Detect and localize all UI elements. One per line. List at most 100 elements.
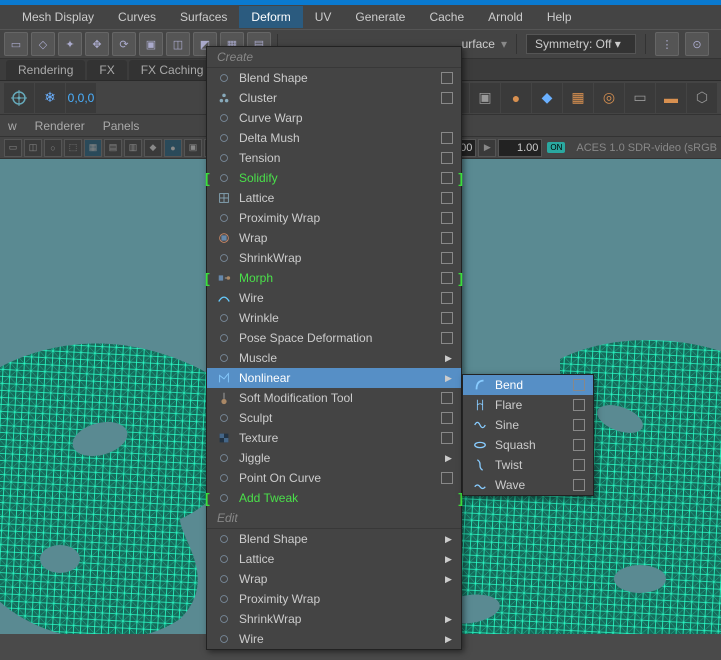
tool-lasso-icon[interactable]: ◇	[31, 32, 55, 56]
menu-item-soft-modification-tool[interactable]: Soft Modification Tool	[207, 388, 461, 408]
menu-item-lattice[interactable]: Lattice	[207, 188, 461, 208]
pt-icon[interactable]: ●	[164, 139, 182, 157]
shelf-snow-icon[interactable]: ❄	[35, 83, 65, 113]
pt-icon[interactable]: ▭	[4, 139, 22, 157]
menu-item-cluster[interactable]: Cluster	[207, 88, 461, 108]
option-box-icon[interactable]	[441, 212, 453, 224]
menu-item-tension[interactable]: Tension	[207, 148, 461, 168]
option-box-icon[interactable]	[573, 419, 585, 431]
time-end-field[interactable]	[498, 139, 542, 157]
shelf-poly-icon[interactable]: ◆	[532, 83, 562, 113]
menu-item-shrinkwrap[interactable]: ShrinkWrap▶	[207, 609, 461, 629]
menu-item-wrap[interactable]: Wrap▶	[207, 569, 461, 589]
tool-scale-icon[interactable]: ▣	[139, 32, 163, 56]
pt-icon[interactable]: ▦	[84, 139, 102, 157]
submenu-item-wave[interactable]: Wave	[463, 475, 593, 495]
help-icon[interactable]: ⋮	[655, 32, 679, 56]
menu-cache[interactable]: Cache	[417, 6, 476, 28]
option-box-icon[interactable]	[573, 479, 585, 491]
pt-icon[interactable]: ⬚	[64, 139, 82, 157]
menu-deform[interactable]: Deform	[239, 6, 302, 28]
menu-item-muscle[interactable]: Muscle▶	[207, 348, 461, 368]
shelf-misc-icon[interactable]: ⬡	[687, 83, 717, 113]
menu-item-jiggle[interactable]: Jiggle▶	[207, 448, 461, 468]
shelf-torus-icon[interactable]: ◎	[594, 83, 624, 113]
menu-item-point-on-curve[interactable]: Point On Curve	[207, 468, 461, 488]
menu-item-proximity-wrap[interactable]: Proximity Wrap	[207, 589, 461, 609]
option-box-icon[interactable]	[573, 399, 585, 411]
menu-item-solidify[interactable]: []Solidify	[207, 168, 461, 188]
pt-icon[interactable]: ▣	[184, 139, 202, 157]
shelf-tab-rendering[interactable]: Rendering	[6, 60, 85, 80]
menu-item-delta-mush[interactable]: Delta Mush	[207, 128, 461, 148]
menu-item-wrap[interactable]: Wrap	[207, 228, 461, 248]
option-box-icon[interactable]	[441, 132, 453, 144]
shelf-sphere-icon[interactable]: ●	[501, 83, 531, 113]
tool-snap-icon[interactable]: ◫	[166, 32, 190, 56]
option-box-icon[interactable]	[441, 192, 453, 204]
menu-item-blend-shape[interactable]: Blend Shape▶	[207, 529, 461, 549]
option-box-icon[interactable]	[573, 439, 585, 451]
menu-item-add-tweak[interactable]: []Add Tweak	[207, 488, 461, 508]
option-box-icon[interactable]	[441, 412, 453, 424]
shelf-tab-fx[interactable]: FX	[87, 60, 126, 80]
tool-select-icon[interactable]: ▭	[4, 32, 28, 56]
menu-item-curve-warp[interactable]: Curve Warp	[207, 108, 461, 128]
symmetry-dropdown[interactable]: Symmetry: Off ▾	[526, 34, 636, 54]
option-box-icon[interactable]	[441, 332, 453, 344]
panel-menu-renderer[interactable]: Renderer	[35, 119, 85, 133]
submenu-item-twist[interactable]: Twist	[463, 455, 593, 475]
pt-icon[interactable]: ▥	[124, 139, 142, 157]
menu-item-blend-shape[interactable]: Blend Shape	[207, 68, 461, 88]
option-box-icon[interactable]	[441, 292, 453, 304]
shelf-cyl-icon[interactable]: ▬	[656, 83, 686, 113]
option-box-icon[interactable]	[441, 72, 453, 84]
menu-mesh-display[interactable]: Mesh Display	[10, 6, 106, 28]
menu-item-texture[interactable]: Texture	[207, 428, 461, 448]
menu-item-pose-space-deformation[interactable]: Pose Space Deformation	[207, 328, 461, 348]
shelf-cube2-icon[interactable]: ▣	[470, 83, 500, 113]
menu-item-shrinkwrap[interactable]: ShrinkWrap	[207, 248, 461, 268]
menu-uv[interactable]: UV	[303, 6, 344, 28]
option-box-icon[interactable]	[573, 379, 585, 391]
pt-icon[interactable]: ○	[44, 139, 62, 157]
menu-surfaces[interactable]: Surfaces	[168, 6, 239, 28]
tool-rotate-icon[interactable]: ⟳	[112, 32, 136, 56]
menu-curves[interactable]: Curves	[106, 6, 168, 28]
option-box-icon[interactable]	[441, 232, 453, 244]
panel-menu-w[interactable]: w	[8, 119, 17, 133]
shelf-plane-icon[interactable]: ▭	[625, 83, 655, 113]
option-box-icon[interactable]	[441, 272, 453, 284]
menu-item-wire[interactable]: Wire	[207, 288, 461, 308]
pt-key2-icon[interactable]: ▶	[478, 139, 496, 157]
submenu-item-bend[interactable]: Bend	[463, 375, 593, 395]
shelf-grid-icon[interactable]: ▦	[563, 83, 593, 113]
menu-generate[interactable]: Generate	[343, 6, 417, 28]
menu-item-wire[interactable]: Wire▶	[207, 629, 461, 649]
panel-menu-panels[interactable]: Panels	[103, 119, 140, 133]
submenu-item-squash[interactable]: Squash	[463, 435, 593, 455]
shelf-tab-fx-caching[interactable]: FX Caching	[129, 60, 216, 80]
pt-icon[interactable]: ◫	[24, 139, 42, 157]
tool-paint-icon[interactable]: ✦	[58, 32, 82, 56]
pt-icon[interactable]: ▤	[104, 139, 122, 157]
menu-item-wrinkle[interactable]: Wrinkle	[207, 308, 461, 328]
shelf-pivot-icon[interactable]	[4, 83, 34, 113]
option-box-icon[interactable]	[441, 172, 453, 184]
menu-item-morph[interactable]: []Morph	[207, 268, 461, 288]
menu-item-sculpt[interactable]: Sculpt	[207, 408, 461, 428]
shelf-coord-icon[interactable]: 0,0,0	[66, 83, 96, 113]
menu-item-lattice[interactable]: Lattice▶	[207, 549, 461, 569]
menu-item-proximity-wrap[interactable]: Proximity Wrap	[207, 208, 461, 228]
option-box-icon[interactable]	[441, 152, 453, 164]
option-box-icon[interactable]	[441, 252, 453, 264]
menu-arnold[interactable]: Arnold	[476, 6, 535, 28]
settings-icon[interactable]: ⊙	[685, 32, 709, 56]
option-box-icon[interactable]	[573, 459, 585, 471]
pt-icon[interactable]: ◆	[144, 139, 162, 157]
option-box-icon[interactable]	[441, 392, 453, 404]
menu-help[interactable]: Help	[535, 6, 584, 28]
tool-move-icon[interactable]: ✥	[85, 32, 109, 56]
option-box-icon[interactable]	[441, 432, 453, 444]
option-box-icon[interactable]	[441, 312, 453, 324]
